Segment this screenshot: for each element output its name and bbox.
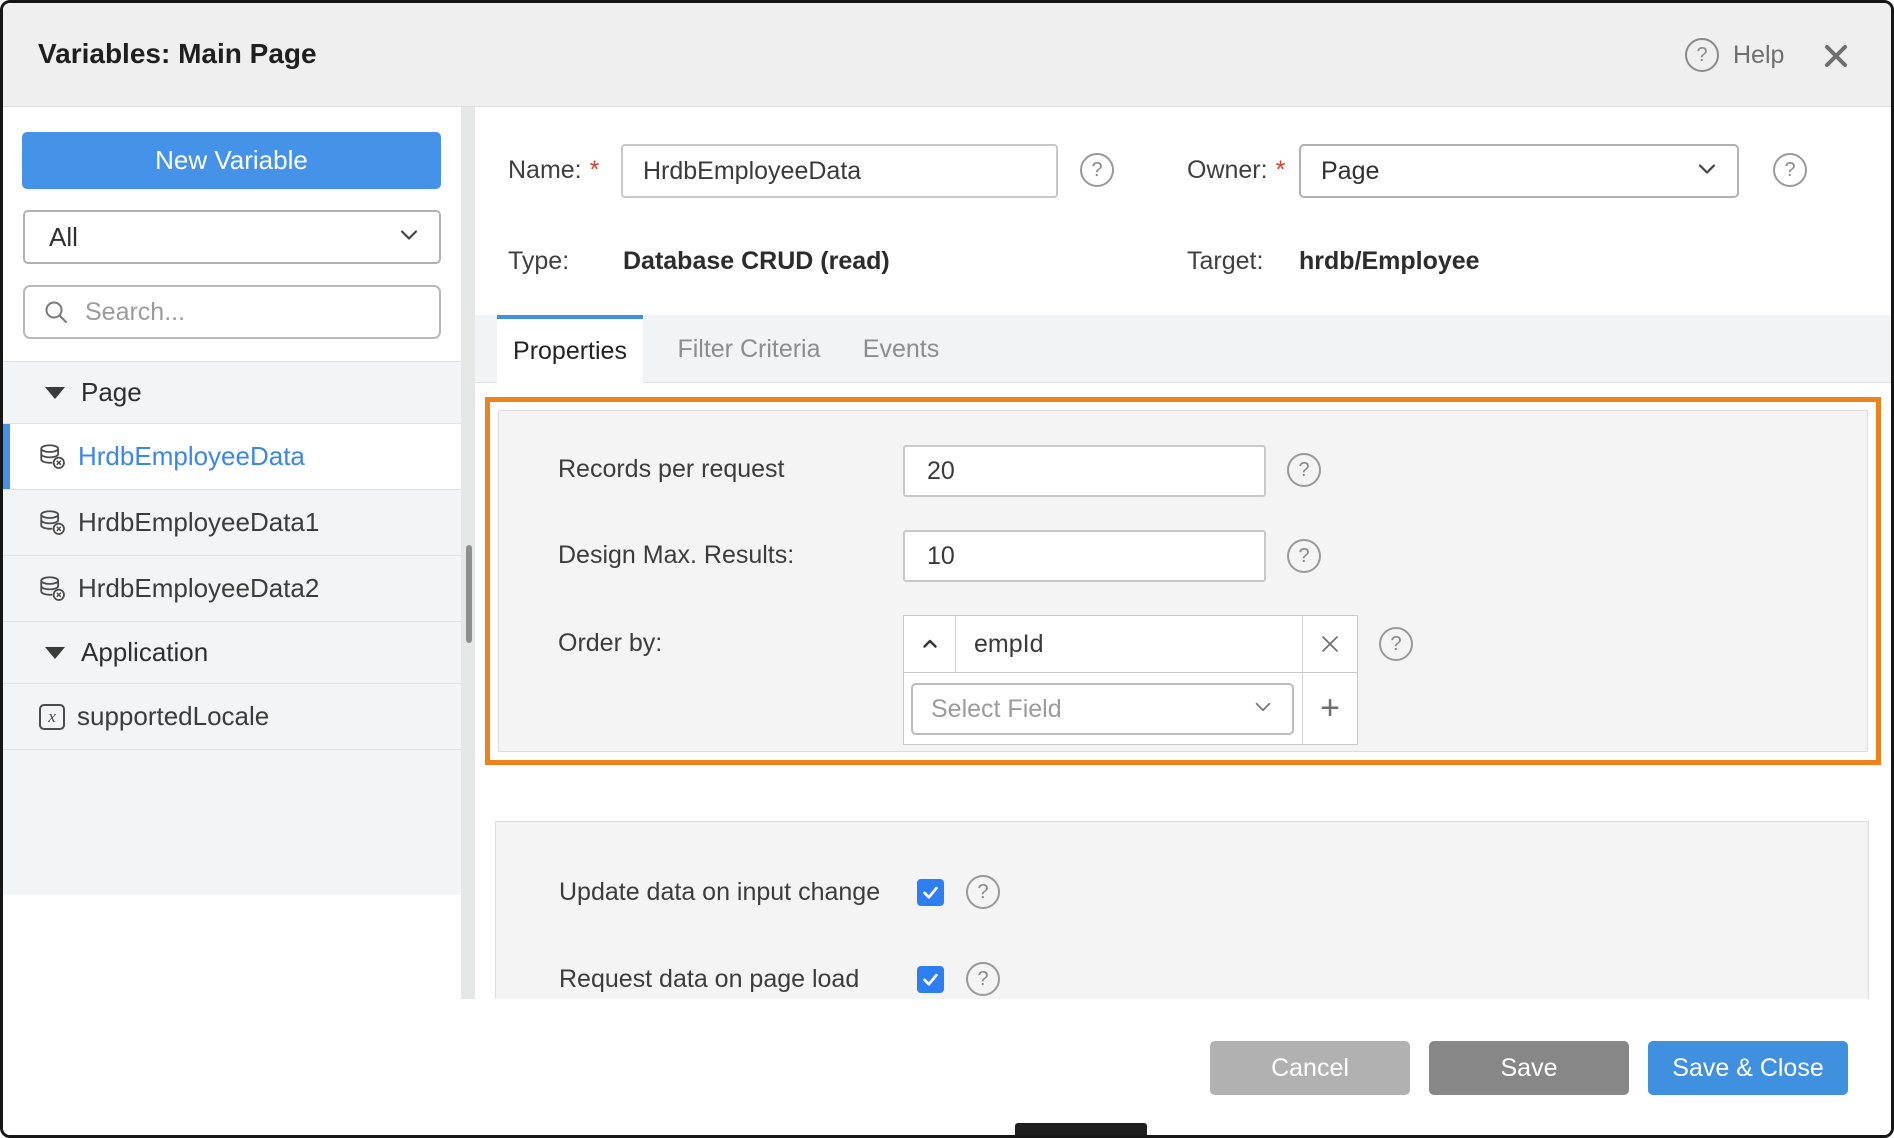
order-by-add-row: Select Field + bbox=[903, 673, 1358, 745]
detail-tabbar: Properties Filter Criteria Events bbox=[475, 315, 1894, 383]
save-button[interactable]: Save bbox=[1429, 1041, 1629, 1095]
caret-up-icon bbox=[919, 633, 941, 655]
owner-label: Owner:* bbox=[1187, 156, 1285, 185]
check-icon bbox=[921, 970, 940, 989]
owner-selected-value: Page bbox=[1321, 157, 1379, 186]
search-icon bbox=[43, 299, 69, 325]
variable-search[interactable] bbox=[23, 285, 441, 339]
type-label: Type: bbox=[508, 247, 569, 276]
sidebar-item-hrdbemployeedata[interactable]: HrdbEmployeeData bbox=[3, 423, 461, 489]
variable-type-filter-select[interactable]: All bbox=[23, 210, 441, 264]
dialog-footer: Cancel Save Save & Close bbox=[3, 999, 1891, 1138]
dialog-title: Variables: Main Page bbox=[38, 3, 317, 107]
target-value: hrdb/Employee bbox=[1299, 247, 1480, 276]
remove-order-field-button[interactable] bbox=[1302, 616, 1357, 672]
variable-list: Page HrdbEmployeeData bbox=[3, 361, 461, 895]
x-icon bbox=[1317, 631, 1343, 657]
check-icon bbox=[921, 883, 940, 902]
variables-sidebar: New Variable All Page bbox=[3, 107, 461, 999]
database-crud-icon bbox=[39, 443, 66, 470]
update-on-input-label: Update data on input change bbox=[559, 878, 880, 907]
name-label: Name:* bbox=[508, 156, 599, 185]
order-by-field-value[interactable]: empId bbox=[956, 616, 1302, 672]
update-on-input-checkbox[interactable] bbox=[917, 879, 944, 906]
new-variable-button[interactable]: New Variable bbox=[22, 132, 441, 189]
variable-detail-panel: Name:* ? Owner:* Page ? Type: Database C… bbox=[475, 107, 1894, 999]
tab-properties[interactable]: Properties bbox=[497, 315, 643, 384]
owner-help-icon[interactable]: ? bbox=[1773, 153, 1807, 187]
design-max-results-label: Design Max. Results: bbox=[558, 541, 794, 570]
database-crud-icon bbox=[39, 509, 66, 536]
sidebar-item-hrdbemployeedata2[interactable]: HrdbEmployeeData2 bbox=[3, 555, 461, 621]
tab-filter-criteria[interactable]: Filter Criteria bbox=[661, 315, 837, 384]
sidebar-group-page[interactable]: Page bbox=[3, 361, 461, 423]
records-per-request-label: Records per request bbox=[558, 455, 785, 484]
sidebar-divider bbox=[461, 107, 475, 999]
request-on-load-checkbox[interactable] bbox=[917, 966, 944, 993]
chevron-down-icon bbox=[1252, 696, 1274, 723]
sidebar-scrollbar[interactable] bbox=[466, 545, 472, 643]
clipped-background-text bbox=[1015, 1123, 1147, 1138]
help-button[interactable]: ? Help bbox=[1685, 38, 1784, 72]
data-options-panel: Update data on input change ? Request da… bbox=[495, 821, 1869, 999]
select-field-placeholder: Select Field bbox=[931, 695, 1062, 724]
required-asterisk: * bbox=[590, 156, 600, 184]
order-by-help-icon[interactable]: ? bbox=[1379, 627, 1413, 661]
select-field-dropdown[interactable]: Select Field bbox=[911, 683, 1294, 735]
chevron-down-icon bbox=[397, 223, 421, 252]
records-per-request-help-icon[interactable]: ? bbox=[1287, 453, 1321, 487]
collapse-triangle-icon bbox=[45, 647, 65, 659]
design-max-results-input[interactable] bbox=[903, 530, 1266, 582]
sidebar-group-application[interactable]: Application bbox=[3, 621, 461, 683]
order-by-row: empId bbox=[903, 615, 1358, 673]
variables-dialog: Variables: Main Page ? Help New Variable… bbox=[0, 0, 1894, 1138]
variable-x-icon: x bbox=[39, 704, 65, 730]
search-input[interactable] bbox=[83, 297, 403, 328]
design-max-results-help-icon[interactable]: ? bbox=[1287, 539, 1321, 573]
help-label: Help bbox=[1733, 41, 1784, 70]
chevron-down-icon bbox=[1695, 157, 1719, 186]
name-help-icon[interactable]: ? bbox=[1080, 153, 1114, 187]
sort-ascending-toggle[interactable] bbox=[904, 616, 956, 672]
help-question-icon: ? bbox=[1685, 38, 1719, 72]
selected-indicator-bar bbox=[3, 424, 10, 489]
order-by-label: Order by: bbox=[558, 629, 662, 658]
filter-selected-value: All bbox=[49, 222, 78, 253]
close-icon[interactable] bbox=[1819, 39, 1853, 73]
cancel-button[interactable]: Cancel bbox=[1210, 1041, 1410, 1095]
request-on-load-help-icon[interactable]: ? bbox=[966, 962, 1000, 996]
records-per-request-input[interactable] bbox=[903, 445, 1266, 497]
sidebar-list-filler bbox=[3, 749, 461, 895]
collapse-triangle-icon bbox=[45, 387, 65, 399]
dialog-titlebar: Variables: Main Page ? Help bbox=[3, 3, 1891, 107]
tab-events[interactable]: Events bbox=[853, 315, 949, 384]
required-asterisk: * bbox=[1276, 156, 1286, 184]
owner-select[interactable]: Page bbox=[1299, 144, 1739, 198]
sidebar-item-supportedlocale[interactable]: x supportedLocale bbox=[3, 683, 461, 749]
target-label: Target: bbox=[1187, 247, 1263, 276]
sidebar-item-hrdbemployeedata1[interactable]: HrdbEmployeeData1 bbox=[3, 489, 461, 555]
database-crud-icon bbox=[39, 575, 66, 602]
save-and-close-button[interactable]: Save & Close bbox=[1648, 1041, 1848, 1095]
type-value: Database CRUD (read) bbox=[623, 247, 890, 276]
name-input[interactable] bbox=[621, 144, 1058, 198]
request-on-load-label: Request data on page load bbox=[559, 965, 859, 994]
add-order-field-button[interactable]: + bbox=[1302, 673, 1357, 744]
update-on-input-help-icon[interactable]: ? bbox=[966, 875, 1000, 909]
